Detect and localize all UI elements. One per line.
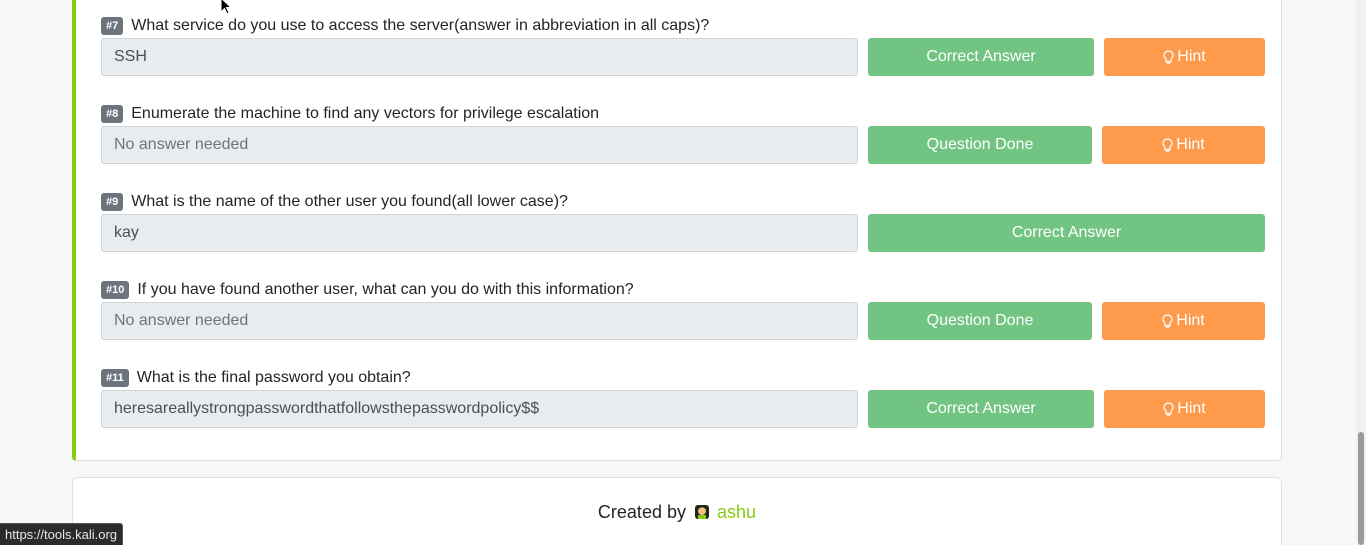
correct-answer-button[interactable]: Correct Answer (868, 390, 1094, 428)
lightbulb-icon (1162, 137, 1173, 152)
question-text: If you have found another user, what can… (137, 281, 634, 298)
question-text: What is the name of the other user you f… (131, 193, 568, 210)
hint-label: Hint (1177, 400, 1206, 417)
lightbulb-icon (1163, 49, 1174, 64)
scrollbar[interactable] (1356, 0, 1366, 545)
question-text: Enumerate the machine to find any vector… (131, 105, 600, 122)
created-by: Created by ashu (73, 502, 1281, 523)
created-by-label: Created by (597, 502, 686, 522)
question-done-button[interactable]: Question Done (868, 126, 1092, 164)
status-bar-url: https://tools.kali.org (0, 523, 123, 545)
question-7: #7 What service do you use to access the… (101, 15, 1265, 76)
lightbulb-icon (1163, 401, 1174, 416)
hint-button[interactable]: Hint (1104, 390, 1265, 428)
question-10: #10 If you have found another user, what… (101, 279, 1265, 340)
correct-answer-button[interactable]: Correct Answer (868, 38, 1094, 76)
footer-card: Created by ashu (72, 477, 1282, 545)
answer-field[interactable]: No answer needed (101, 126, 858, 164)
question-text: What is the final password you obtain? (136, 369, 411, 386)
question-8: #8 Enumerate the machine to find any vec… (101, 103, 1265, 164)
hint-label: Hint (1176, 312, 1205, 329)
scrollbar-thumb[interactable] (1358, 432, 1364, 545)
author-avatar-icon (695, 505, 709, 519)
answer-field[interactable]: No answer needed (101, 302, 858, 340)
hint-button[interactable]: Hint (1102, 302, 1265, 340)
hint-button[interactable]: Hint (1104, 38, 1265, 76)
hint-label: Hint (1176, 136, 1205, 153)
question-number-badge: #10 (101, 281, 130, 299)
question-11: #11 What is the final password you obtai… (101, 367, 1265, 428)
mouse-cursor-icon (220, 0, 232, 15)
answer-field[interactable]: SSH (101, 38, 858, 76)
task-card: #7 What service do you use to access the… (72, 0, 1282, 461)
hint-button[interactable]: Hint (1102, 126, 1265, 164)
lightbulb-icon (1162, 313, 1173, 328)
question-text: What service do you use to access the se… (131, 17, 710, 34)
correct-answer-button[interactable]: Correct Answer (868, 214, 1265, 252)
author-link[interactable]: ashu (717, 502, 756, 522)
question-number-badge: #7 (101, 17, 124, 35)
question-done-button[interactable]: Question Done (868, 302, 1092, 340)
question-number-badge: #9 (101, 193, 124, 211)
answer-field[interactable]: kay (101, 214, 858, 252)
question-number-badge: #11 (101, 369, 129, 387)
question-number-badge: #8 (101, 105, 124, 123)
question-9: #9 What is the name of the other user yo… (101, 191, 1265, 252)
answer-field[interactable]: heresareallystrongpasswordthatfollowsthe… (101, 390, 858, 428)
hint-label: Hint (1177, 48, 1206, 65)
